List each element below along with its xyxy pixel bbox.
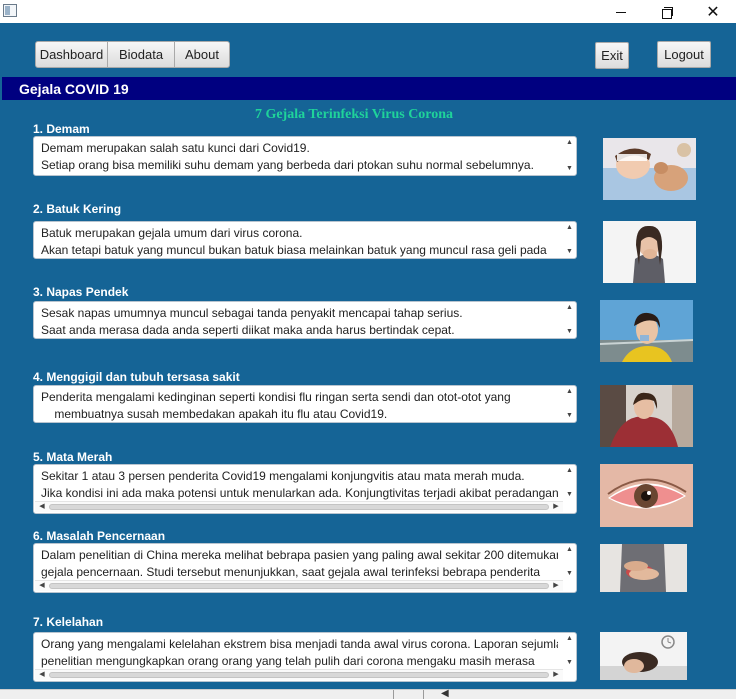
scroll-right-icon[interactable]: ▶ xyxy=(551,502,561,512)
scroll-up-icon[interactable]: ▲ xyxy=(565,304,574,312)
close-button[interactable]: ✕ xyxy=(690,0,736,23)
scroll-left-icon[interactable]: ◀ xyxy=(37,502,47,512)
scroll-up-icon[interactable]: ▲ xyxy=(565,388,574,396)
exit-button[interactable]: Exit xyxy=(595,42,629,69)
symptom-text: Dalam penelitian di China mereka melihat… xyxy=(41,548,558,579)
scroll-right-icon[interactable]: ▶ xyxy=(551,581,561,591)
symptom-text: Penderita mengalami kedinginan seperti k… xyxy=(41,390,511,421)
horizontal-scroll-thumb[interactable] xyxy=(49,583,549,589)
scroll-down-icon[interactable]: ▼ xyxy=(565,165,574,173)
scroll-down-icon[interactable]: ▼ xyxy=(565,659,574,667)
scroll-down-icon[interactable]: ▼ xyxy=(565,491,574,499)
symptom-label-demam: 1. Demam xyxy=(33,122,90,136)
biodata-button[interactable]: Biodata xyxy=(107,41,175,68)
symptom-text: Demam merupakan salah satu kunci dari Co… xyxy=(41,141,534,172)
restore-button[interactable] xyxy=(644,0,690,23)
scroll-right-icon[interactable]: ▶ xyxy=(551,670,561,680)
symptom-text: Orang yang mengalami kelelahan ekstrem b… xyxy=(41,637,558,668)
symptom-textarea-batuk-kering[interactable]: Batuk merupakan gejala umum dari virus c… xyxy=(33,221,577,259)
vertical-scrollbar[interactable]: ▲ ▼ xyxy=(564,387,575,421)
scroll-down-icon[interactable]: ▼ xyxy=(565,248,574,256)
close-icon: ✕ xyxy=(706,2,720,21)
vertical-scrollbar[interactable]: ▲ ▼ xyxy=(564,634,575,668)
exhausted-person-image xyxy=(600,632,687,680)
horizontal-scrollbar[interactable]: ◀ ▶ xyxy=(35,669,563,680)
scroll-up-icon[interactable]: ▲ xyxy=(565,139,574,147)
symptom-label-menggigil: 4. Menggigil dan tubuh tersasa sakit xyxy=(33,370,240,384)
stomach-pain-image xyxy=(600,544,687,592)
symptom-textarea-demam[interactable]: Demam merupakan salah satu kunci dari Co… xyxy=(33,136,577,176)
scroll-up-icon[interactable]: ▲ xyxy=(565,635,574,643)
symptom-textarea-kelelahan[interactable]: Orang yang mengalami kelelahan ekstrem b… xyxy=(33,632,577,682)
restore-icon xyxy=(662,6,673,19)
scroll-up-icon[interactable]: ▲ xyxy=(565,224,574,232)
dashboard-button[interactable]: Dashboard xyxy=(35,41,108,68)
divider xyxy=(423,690,424,699)
app-icon xyxy=(3,4,17,17)
scroll-down-icon[interactable]: ▼ xyxy=(565,570,574,578)
page-heading: 7 Gejala Terinfeksi Virus Corona xyxy=(254,107,454,122)
shivering-person-image xyxy=(600,385,693,447)
horizontal-scroll-thumb[interactable] xyxy=(49,672,549,678)
vertical-scrollbar[interactable]: ▲ ▼ xyxy=(564,545,575,579)
symptom-label-kelelahan: 7. Kelelahan xyxy=(33,615,104,629)
symptom-text: Batuk merupakan gejala umum dari virus c… xyxy=(41,226,547,257)
vertical-scrollbar[interactable]: ▲ ▼ xyxy=(564,223,575,257)
scroll-down-icon[interactable]: ▼ xyxy=(565,412,574,420)
symptom-label-masalah-pencernaan: 6. Masalah Pencernaan xyxy=(33,529,166,543)
symptom-label-mata-merah: 5. Mata Merah xyxy=(33,450,113,464)
symptom-label-batuk-kering: 2. Batuk Kering xyxy=(33,202,122,216)
symptom-textarea-masalah-pencernaan[interactable]: Dalam penelitian di China mereka melihat… xyxy=(33,543,577,593)
vertical-scrollbar[interactable]: ▲ ▼ xyxy=(564,303,575,337)
vertical-scrollbar[interactable]: ▲ ▼ xyxy=(564,138,575,174)
logout-button[interactable]: Logout xyxy=(657,41,711,68)
symptom-text: Sesak napas umumnya muncul sebagai tanda… xyxy=(41,306,463,337)
banner-title: Gejala COVID 19 xyxy=(19,81,129,97)
inhaler-woman-image xyxy=(600,300,693,362)
scroll-left-icon[interactable]: ◀ xyxy=(441,688,449,699)
horizontal-scrollbar[interactable]: ◀ ▶ xyxy=(35,580,563,591)
divider xyxy=(393,690,394,699)
symptom-textarea-menggigil[interactable]: Penderita mengalami kedinginan seperti k… xyxy=(33,385,577,423)
scroll-left-icon[interactable]: ◀ xyxy=(37,670,47,680)
scroll-left-icon[interactable]: ◀ xyxy=(37,581,47,591)
vertical-scrollbar[interactable]: ▲ ▼ xyxy=(564,466,575,500)
symptom-textarea-napas-pendek[interactable]: Sesak napas umumnya muncul sebagai tanda… xyxy=(33,301,577,339)
minimize-icon xyxy=(616,12,626,13)
scroll-up-icon[interactable]: ▲ xyxy=(565,467,574,475)
app-content: Dashboard Biodata About Exit Logout Geja… xyxy=(0,23,736,699)
window-titlebar: ✕ xyxy=(0,0,736,23)
red-eye-image xyxy=(600,464,693,527)
scroll-down-icon[interactable]: ▼ xyxy=(565,328,574,336)
section-banner: Gejala COVID 19 xyxy=(2,77,736,100)
horizontal-scrollbar[interactable]: ◀ ▶ xyxy=(35,501,563,512)
coughing-woman-image xyxy=(603,221,696,283)
symptom-textarea-mata-merah[interactable]: Sekitar 1 atau 3 persen penderita Covid1… xyxy=(33,464,577,514)
horizontal-scroll-thumb[interactable] xyxy=(49,504,549,510)
symptom-label-napas-pendek: 3. Napas Pendek xyxy=(33,285,129,299)
minimize-button[interactable] xyxy=(598,0,644,23)
about-button[interactable]: About xyxy=(174,41,230,68)
fever-child-image xyxy=(603,138,696,200)
window-bottom-bar: ◀ xyxy=(0,688,736,699)
symptom-text: Sekitar 1 atau 3 persen penderita Covid1… xyxy=(41,469,558,500)
scroll-up-icon[interactable]: ▲ xyxy=(565,546,574,554)
